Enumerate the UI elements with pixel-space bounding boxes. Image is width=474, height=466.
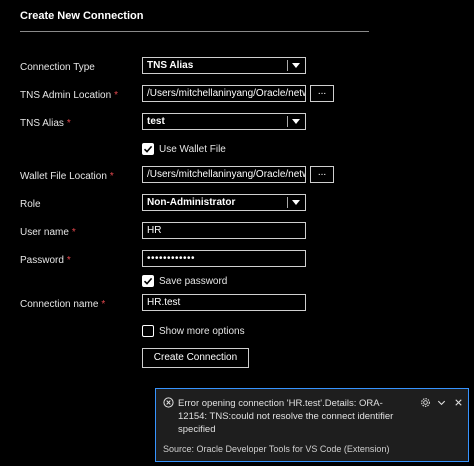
chevron-down-icon[interactable] bbox=[436, 397, 447, 408]
required-marker: * bbox=[66, 255, 71, 266]
connection-type-value: TNS Alias bbox=[147, 60, 194, 71]
wallet-file-browse-button[interactable]: ... bbox=[310, 166, 334, 183]
dialog-title: Create New Connection bbox=[20, 10, 144, 22]
show-more-options-checkbox[interactable] bbox=[142, 325, 154, 337]
save-password-checkbox[interactable] bbox=[142, 275, 154, 287]
chevron-down-icon bbox=[292, 119, 300, 124]
use-wallet-file-checkbox[interactable] bbox=[142, 143, 154, 155]
tns-alias-value: test bbox=[147, 116, 165, 127]
notification-source: Source: Oracle Developer Tools for VS Co… bbox=[163, 444, 390, 454]
required-marker: * bbox=[66, 118, 71, 129]
select-divider bbox=[287, 60, 288, 71]
required-marker: * bbox=[71, 227, 76, 238]
password-input[interactable]: •••••••••••• bbox=[142, 250, 306, 267]
connection-type-select[interactable]: TNS Alias bbox=[142, 57, 306, 74]
close-icon[interactable] bbox=[453, 397, 464, 408]
required-marker: * bbox=[109, 171, 114, 182]
connection-name-input[interactable]: HR.test bbox=[142, 294, 306, 311]
gear-icon[interactable] bbox=[420, 397, 431, 408]
user-name-label: User name * bbox=[20, 227, 76, 238]
tns-alias-select[interactable]: test bbox=[142, 113, 306, 130]
tns-admin-location-input[interactable]: /Users/mitchellaninyang/Oracle/netw bbox=[142, 85, 306, 102]
wallet-file-location-input[interactable]: /Users/mitchellaninyang/Oracle/netw bbox=[142, 166, 306, 183]
password-label: Password * bbox=[20, 255, 71, 266]
error-icon bbox=[163, 397, 174, 408]
tns-admin-location-label: TNS Admin Location * bbox=[20, 90, 119, 101]
title-divider bbox=[20, 31, 369, 32]
select-divider bbox=[287, 116, 288, 127]
checkmark-icon bbox=[143, 145, 153, 153]
tns-admin-browse-button[interactable]: ... bbox=[310, 85, 334, 102]
tns-alias-label: TNS Alias * bbox=[20, 118, 71, 129]
chevron-down-icon bbox=[292, 63, 300, 68]
select-divider bbox=[287, 197, 288, 208]
notification-message: Error opening connection 'HR.test'.Detai… bbox=[178, 398, 394, 435]
role-label: Role bbox=[20, 199, 41, 210]
show-more-options-label: Show more options bbox=[159, 326, 245, 337]
user-name-input[interactable]: HR bbox=[142, 222, 306, 239]
error-notification: Error opening connection 'HR.test'.Detai… bbox=[155, 388, 469, 462]
required-marker: * bbox=[114, 90, 119, 101]
use-wallet-file-label: Use Wallet File bbox=[159, 144, 226, 155]
connection-type-label: Connection Type bbox=[20, 62, 95, 73]
wallet-file-location-label: Wallet File Location * bbox=[20, 171, 114, 182]
role-value: Non-Administrator bbox=[147, 197, 236, 208]
save-password-label: Save password bbox=[159, 276, 228, 287]
role-select[interactable]: Non-Administrator bbox=[142, 194, 306, 211]
connection-name-label: Connection name * bbox=[20, 299, 106, 310]
create-connection-button[interactable]: Create Connection bbox=[142, 348, 249, 368]
checkmark-icon bbox=[143, 277, 153, 285]
required-marker: * bbox=[101, 299, 106, 310]
chevron-down-icon bbox=[292, 200, 300, 205]
